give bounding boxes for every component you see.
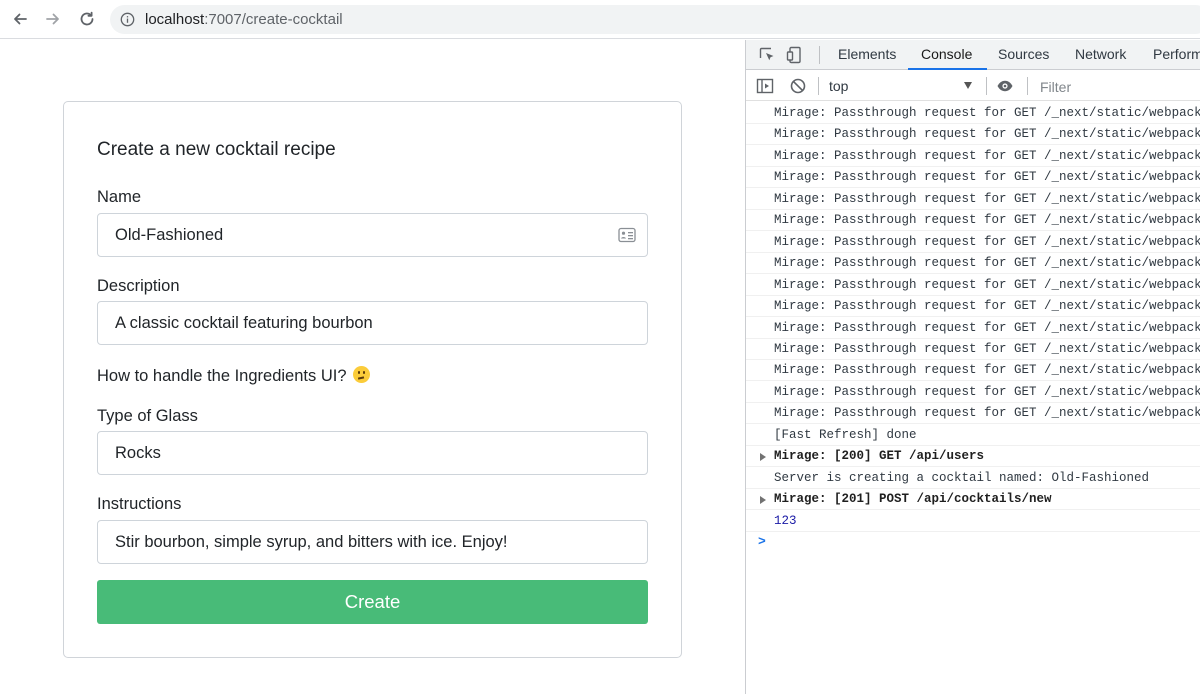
console-log-line: Mirage: Passthrough request for GET /_ne…	[746, 252, 1200, 275]
eye-icon[interactable]	[996, 77, 1014, 95]
console-log-line: [Fast Refresh] done	[746, 424, 1200, 446]
console-log-line: Mirage: Passthrough request for GET /_ne…	[746, 145, 1200, 167]
back-button[interactable]	[9, 8, 31, 30]
console-log-text: Mirage: Passthrough request for GET /_ne…	[774, 341, 1200, 356]
info-icon[interactable]	[120, 12, 135, 27]
console-log-line: Mirage: Passthrough request for GET /_ne…	[746, 231, 1200, 253]
console-output: Mirage: Passthrough request for GET /_ne…	[746, 102, 1200, 694]
tab-network[interactable]: Network	[1075, 46, 1126, 62]
name-input-value: Old-Fashioned	[115, 226, 224, 244]
console-log-text: Mirage: Passthrough request for GET /_ne…	[774, 320, 1200, 335]
contact-card-icon[interactable]	[618, 227, 636, 243]
instructions-input-value: Stir bourbon, simple syrup, and bitters …	[115, 533, 508, 551]
console-log-line: Mirage: Passthrough request for GET /_ne…	[746, 295, 1200, 318]
tab-performance[interactable]: Perform	[1153, 46, 1200, 62]
console-log-text: Mirage: Passthrough request for GET /_ne…	[774, 191, 1200, 206]
console-log-line: 123	[746, 510, 1200, 532]
toolbar-divider	[986, 77, 987, 95]
toolbar-divider	[819, 46, 820, 64]
context-selector[interactable]: top	[829, 78, 848, 94]
console-log-line: Mirage: Passthrough request for GET /_ne…	[746, 102, 1200, 124]
ingredients-note: How to handle the Ingredients UI?	[97, 366, 370, 386]
forward-button[interactable]	[42, 8, 64, 30]
console-log-text: Mirage: Passthrough request for GET /_ne…	[774, 256, 1200, 271]
console-log-line: Mirage: Passthrough request for GET /_ne…	[746, 359, 1200, 382]
reload-icon	[80, 11, 94, 26]
tab-sources[interactable]: Sources	[998, 46, 1049, 62]
description-input-value: A classic cocktail featuring bourbon	[115, 314, 373, 332]
console-prompt[interactable]: >	[758, 534, 766, 549]
device-toolbar-icon[interactable]	[786, 46, 804, 64]
url-path: :7007/create-cocktail	[204, 11, 343, 28]
console-log-text: Mirage: Passthrough request for GET /_ne…	[774, 277, 1200, 292]
instructions-input[interactable]: Stir bourbon, simple syrup, and bitters …	[97, 520, 648, 564]
url-host: localhost	[145, 11, 205, 28]
page-content: Create a new cocktail recipe Name Old-Fa…	[0, 40, 745, 694]
console-log-text: Mirage: Passthrough request for GET /_ne…	[774, 106, 1200, 120]
page-title: Create a new cocktail recipe	[97, 139, 336, 160]
console-log-text: Mirage: Passthrough request for GET /_ne…	[774, 213, 1200, 228]
reload-button[interactable]	[76, 8, 98, 30]
console-log-line: Mirage: Passthrough request for GET /_ne…	[746, 381, 1200, 403]
console-log-line: Mirage: Passthrough request for GET /_ne…	[746, 123, 1200, 146]
inspect-element-icon[interactable]	[758, 46, 776, 64]
tab-console[interactable]: Console	[921, 46, 972, 62]
glass-label: Type of Glass	[97, 407, 198, 425]
sidebar-toggle-icon[interactable]	[756, 77, 774, 95]
arrow-left-icon	[14, 13, 27, 25]
address-bar[interactable]: localhost:7007/create-cocktail	[110, 5, 1200, 34]
description-label: Description	[97, 277, 180, 295]
thinking-face-icon	[352, 366, 370, 383]
console-log-text: Mirage: Passthrough request for GET /_ne…	[774, 234, 1200, 249]
ingredients-note-text: How to handle the Ingredients UI?	[97, 367, 347, 385]
console-log-line: Mirage: Passthrough request for GET /_ne…	[746, 166, 1200, 189]
tab-elements[interactable]: Elements	[838, 46, 896, 62]
active-tab-indicator	[908, 68, 987, 70]
console-log-line: Mirage: Passthrough request for GET /_ne…	[746, 402, 1200, 425]
console-toolbar: top Filter	[746, 71, 1200, 101]
cocktail-form-card: Create a new cocktail recipe Name Old-Fa…	[63, 101, 682, 658]
console-log-line: Mirage: Passthrough request for GET /_ne…	[746, 209, 1200, 232]
filter-input[interactable]: Filter	[1040, 79, 1071, 95]
expand-triangle-icon[interactable]	[760, 496, 766, 505]
console-log-line[interactable]: Mirage: [201] POST /api/cocktails/new	[746, 488, 1200, 511]
console-log-line[interactable]: Mirage: [200] GET /api/users	[746, 445, 1200, 468]
create-button[interactable]: Create	[97, 580, 648, 624]
name-label: Name	[97, 188, 142, 206]
console-log-text: [Fast Refresh] done	[774, 427, 917, 442]
console-log-text: Mirage: [200] GET /api/users	[774, 449, 985, 464]
chevron-down-icon[interactable]	[964, 82, 972, 89]
console-log-line: Mirage: Passthrough request for GET /_ne…	[746, 188, 1200, 210]
console-log-text: Mirage: Passthrough request for GET /_ne…	[774, 170, 1200, 185]
toolbar-divider	[1027, 77, 1028, 95]
console-log-text: Mirage: Passthrough request for GET /_ne…	[774, 148, 1200, 163]
clear-console-icon[interactable]	[789, 77, 807, 95]
url-text: localhost:7007/create-cocktail	[145, 11, 343, 28]
console-log-text: Server is creating a cocktail named: Old…	[774, 470, 1150, 485]
console-log-text: Mirage: Passthrough request for GET /_ne…	[774, 384, 1200, 399]
console-log-line: Mirage: Passthrough request for GET /_ne…	[746, 338, 1200, 360]
description-input[interactable]: A classic cocktail featuring bourbon	[97, 301, 648, 345]
console-log-line: Server is creating a cocktail named: Old…	[746, 467, 1200, 489]
expand-triangle-icon[interactable]	[760, 453, 766, 462]
console-log-text: Mirage: Passthrough request for GET /_ne…	[774, 127, 1200, 142]
console-log-text: Mirage: Passthrough request for GET /_ne…	[774, 363, 1200, 378]
console-log-text: Mirage: Passthrough request for GET /_ne…	[774, 406, 1200, 421]
devtools-panel: Elements Console Sources Network Perform…	[745, 40, 1200, 694]
console-log-text: 123	[774, 513, 797, 528]
arrow-right-icon	[46, 13, 59, 25]
glass-input[interactable]: Rocks	[97, 431, 648, 475]
console-log-text: Mirage: [201] POST /api/cocktails/new	[774, 492, 1052, 507]
console-log-line: Mirage: Passthrough request for GET /_ne…	[746, 274, 1200, 296]
console-log-line: Mirage: Passthrough request for GET /_ne…	[746, 317, 1200, 339]
browser-toolbar: localhost:7007/create-cocktail	[0, 0, 1200, 39]
devtools-tab-bar: Elements Console Sources Network Perform	[746, 40, 1200, 70]
glass-input-value: Rocks	[115, 444, 161, 462]
name-input[interactable]: Old-Fashioned	[97, 213, 648, 257]
instructions-label: Instructions	[97, 495, 182, 513]
toolbar-divider	[818, 77, 819, 95]
console-log-text: Mirage: Passthrough request for GET /_ne…	[774, 299, 1200, 314]
